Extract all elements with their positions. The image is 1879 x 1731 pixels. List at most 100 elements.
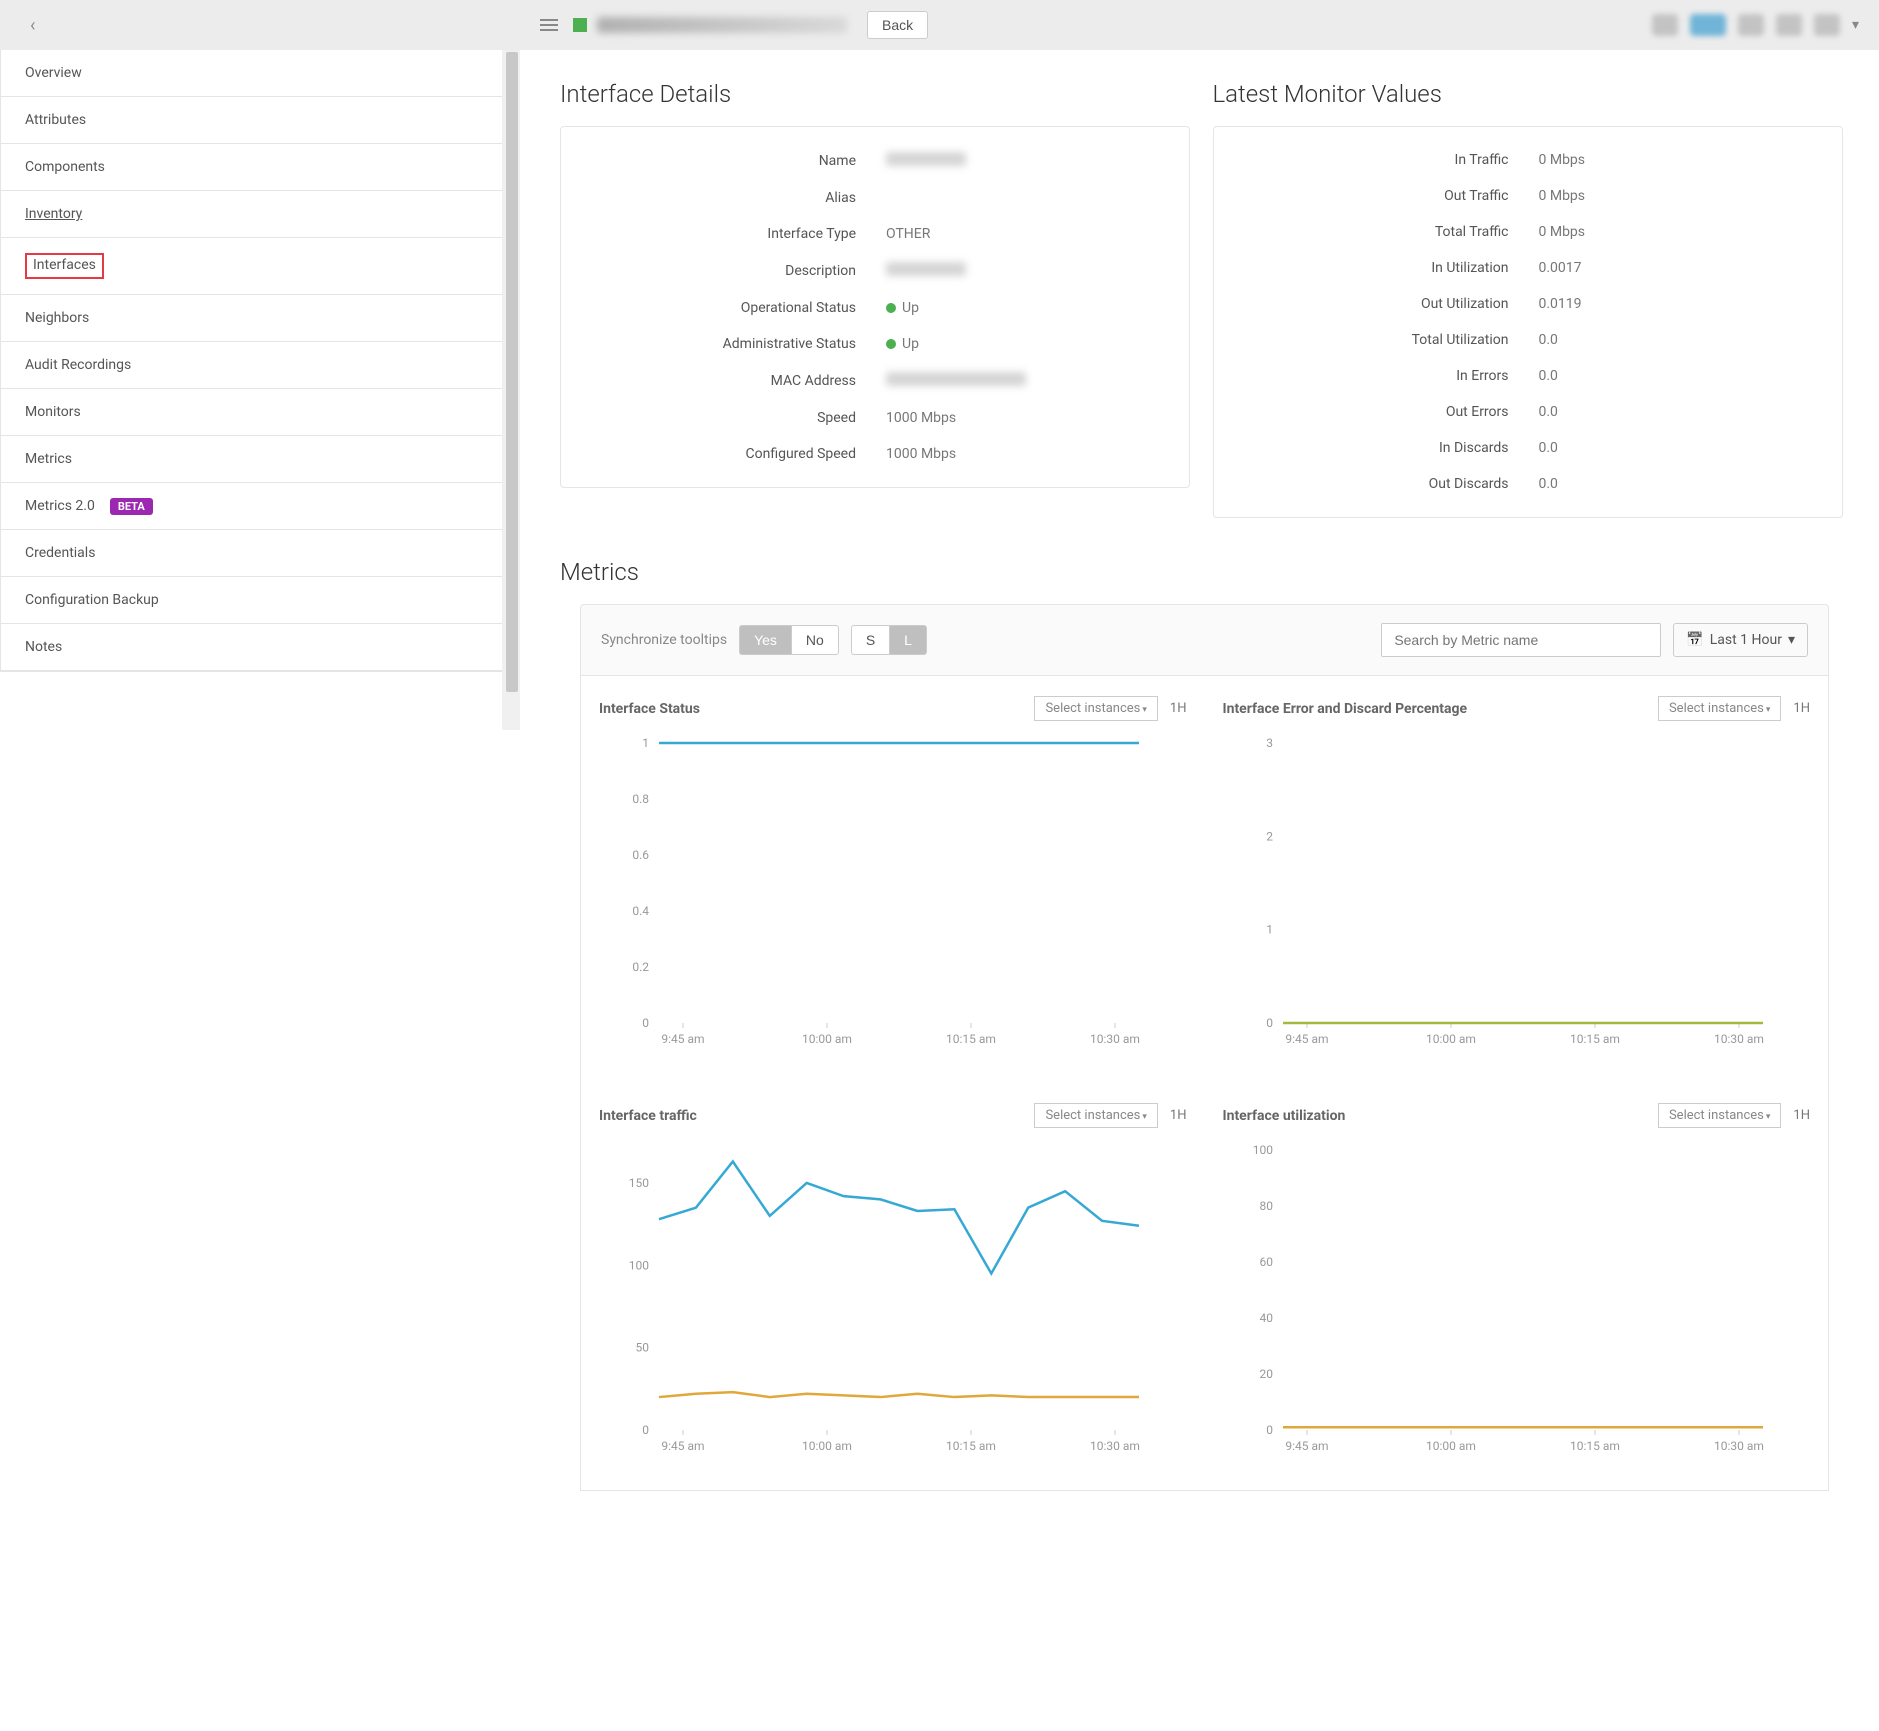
svg-text:10:00 am: 10:00 am xyxy=(1426,1032,1476,1046)
detail-row: Speed1000 Mbps xyxy=(586,400,1164,436)
sidebar-item-notes[interactable]: Notes xyxy=(1,624,519,671)
device-status-indicator xyxy=(573,18,587,32)
svg-text:60: 60 xyxy=(1259,1255,1273,1269)
detail-row: Out Utilization0.0119 xyxy=(1239,286,1817,322)
chart-title: Interface Status xyxy=(599,701,1034,717)
device-title xyxy=(597,17,847,33)
timerange-selector[interactable]: Last 1 Hour ▾ xyxy=(1673,623,1808,657)
svg-text:10:30 am: 10:30 am xyxy=(1090,1032,1140,1046)
sidebar-back-arrow[interactable]: ‹ xyxy=(30,15,35,36)
svg-text:9:45 am: 9:45 am xyxy=(1285,1439,1328,1453)
svg-text:50: 50 xyxy=(636,1341,650,1355)
select-instances-dropdown[interactable]: Select instances xyxy=(1034,1103,1157,1128)
sync-yes-button[interactable]: Yes xyxy=(739,625,791,655)
svg-text:10:00 am: 10:00 am xyxy=(802,1032,852,1046)
sidebar-item-overview[interactable]: Overview xyxy=(1,50,519,97)
svg-text:100: 100 xyxy=(1252,1143,1272,1157)
sidebar-item-metrics[interactable]: Metrics xyxy=(1,436,519,483)
detail-row: Administrative StatusUp xyxy=(586,326,1164,362)
sidebar-item-credentials[interactable]: Credentials xyxy=(1,530,519,577)
sidebar-item-metrics-2-0[interactable]: Metrics 2.0BETA xyxy=(1,483,519,530)
sidebar-item-configuration-backup[interactable]: Configuration Backup xyxy=(1,577,519,624)
header-icon[interactable] xyxy=(1652,14,1678,36)
chart-range-tag: 1H xyxy=(1793,1108,1810,1123)
detail-row: Interface TypeOTHER xyxy=(586,216,1164,252)
sidebar-item-components[interactable]: Components xyxy=(1,144,519,191)
svg-text:0: 0 xyxy=(642,1016,649,1030)
svg-text:1: 1 xyxy=(642,736,649,750)
svg-text:100: 100 xyxy=(629,1258,649,1272)
detail-value: 0.0 xyxy=(1539,476,1558,492)
chart-error: Interface Error and Discard PercentageSe… xyxy=(1205,676,1829,1083)
svg-text:10:00 am: 10:00 am xyxy=(802,1439,852,1453)
detail-label: Out Errors xyxy=(1239,404,1539,420)
svg-text:1: 1 xyxy=(1266,923,1273,937)
detail-row: Out Traffic0 Mbps xyxy=(1239,178,1817,214)
detail-value xyxy=(886,372,1026,390)
back-button[interactable]: Back xyxy=(867,11,928,39)
detail-row: Alias xyxy=(586,180,1164,216)
sidebar-item-monitors[interactable]: Monitors xyxy=(1,389,519,436)
svg-text:10:30 am: 10:30 am xyxy=(1714,1439,1764,1453)
header-icon[interactable] xyxy=(1738,14,1764,36)
header-action-icons: ▾ xyxy=(1652,14,1859,36)
metric-search-input[interactable] xyxy=(1381,623,1661,657)
interface-details-title: Interface Details xyxy=(560,80,1197,108)
detail-value xyxy=(886,152,966,170)
chart-plot: 0501001509:45 am10:00 am10:15 am10:30 am xyxy=(599,1140,1187,1470)
detail-value xyxy=(886,262,966,280)
sidebar-item-neighbors[interactable]: Neighbors xyxy=(1,295,519,342)
detail-value: 1000 Mbps xyxy=(886,446,956,462)
header-icon[interactable] xyxy=(1690,14,1726,36)
chart-title: Interface Error and Discard Percentage xyxy=(1223,701,1658,717)
detail-label: Total Traffic xyxy=(1239,224,1539,240)
detail-row: In Errors0.0 xyxy=(1239,358,1817,394)
sidebar-item-inventory[interactable]: Inventory xyxy=(1,191,519,238)
select-instances-dropdown[interactable]: Select instances xyxy=(1034,696,1157,721)
svg-text:0.8: 0.8 xyxy=(632,792,649,806)
detail-row: Total Traffic0 Mbps xyxy=(1239,214,1817,250)
sidebar-item-attributes[interactable]: Attributes xyxy=(1,97,519,144)
detail-row: Out Discards0.0 xyxy=(1239,466,1817,502)
calendar-icon xyxy=(1686,632,1703,648)
detail-value: 0.0 xyxy=(1539,332,1558,348)
sidebar-scrollbar[interactable] xyxy=(502,50,520,730)
sync-no-button[interactable]: No xyxy=(791,625,839,655)
menu-icon[interactable] xyxy=(540,16,558,34)
svg-text:3: 3 xyxy=(1266,736,1273,750)
chart-title: Interface traffic xyxy=(599,1108,1034,1124)
caret-down-icon: ▾ xyxy=(1788,632,1795,648)
chart-range-tag: 1H xyxy=(1170,1108,1187,1123)
timerange-label: Last 1 Hour xyxy=(1710,632,1782,648)
svg-text:10:15 am: 10:15 am xyxy=(946,1439,996,1453)
detail-label: Interface Type xyxy=(586,226,886,242)
detail-value: Up xyxy=(886,300,919,316)
detail-row: Total Utilization0.0 xyxy=(1239,322,1817,358)
svg-text:0.6: 0.6 xyxy=(632,848,649,862)
svg-text:10:15 am: 10:15 am xyxy=(946,1032,996,1046)
svg-text:0.4: 0.4 xyxy=(632,904,649,918)
svg-text:20: 20 xyxy=(1259,1367,1273,1381)
svg-text:150: 150 xyxy=(629,1176,649,1190)
size-l-button[interactable]: L xyxy=(889,625,927,655)
detail-row: Out Errors0.0 xyxy=(1239,394,1817,430)
detail-label: In Utilization xyxy=(1239,260,1539,276)
detail-value: 0.0 xyxy=(1539,440,1558,456)
sidebar-item-audit-recordings[interactable]: Audit Recordings xyxy=(1,342,519,389)
detail-value: 0 Mbps xyxy=(1539,188,1586,204)
header-icon[interactable] xyxy=(1814,14,1840,36)
detail-label: Out Utilization xyxy=(1239,296,1539,312)
select-instances-dropdown[interactable]: Select instances xyxy=(1658,1103,1781,1128)
sidebar-item-interfaces[interactable]: Interfaces xyxy=(1,238,519,295)
svg-text:9:45 am: 9:45 am xyxy=(661,1032,704,1046)
header-icon[interactable] xyxy=(1776,14,1802,36)
detail-value: 0.0119 xyxy=(1539,296,1582,312)
select-instances-dropdown[interactable]: Select instances xyxy=(1658,696,1781,721)
caret-down-icon[interactable]: ▾ xyxy=(1852,17,1859,33)
svg-text:10:00 am: 10:00 am xyxy=(1426,1439,1476,1453)
chart-traffic: Interface trafficSelect instances1H05010… xyxy=(581,1083,1205,1490)
size-s-button[interactable]: S xyxy=(851,625,889,655)
svg-text:80: 80 xyxy=(1259,1199,1273,1213)
sync-tooltips-label: Synchronize tooltips xyxy=(601,632,727,648)
detail-row: MAC Address xyxy=(586,362,1164,400)
